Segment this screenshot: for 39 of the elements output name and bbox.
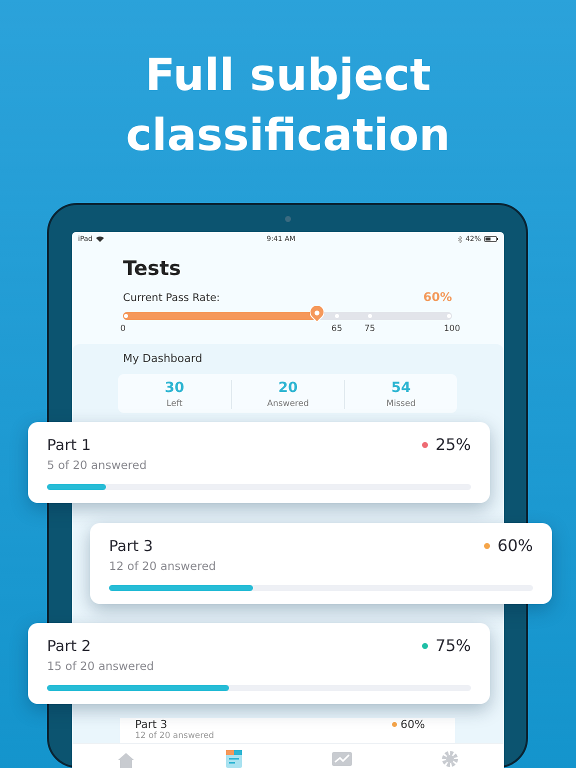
stat-label: Answered [267, 399, 309, 409]
slider-thumb[interactable] [310, 306, 324, 322]
pass-rate-value: 60% [423, 290, 452, 304]
part-percent: 75% [435, 636, 471, 655]
page-title: Tests [123, 256, 182, 280]
answered-count: 15 of 20 answered [47, 659, 155, 673]
tick-dot [124, 314, 128, 318]
headline: Full subject classification [124, 49, 452, 163]
home-icon [117, 752, 135, 768]
clipboard-icon [226, 750, 242, 768]
tick-label: 65 [331, 324, 342, 334]
part-name: Part 3 [109, 536, 153, 554]
stat-value: 20 [278, 380, 298, 396]
tick-label: 75 [364, 324, 376, 334]
settings-icon [441, 750, 459, 768]
wifi-icon [96, 236, 104, 242]
part-name: Part 2 [47, 636, 91, 654]
part-card[interactable]: Part 1 25% 5 of 20 answered [28, 422, 490, 503]
camera-icon [284, 216, 290, 222]
part-name: Part 1 [47, 436, 91, 454]
part-card[interactable]: Part 3 60% 12 of 20 answered [90, 523, 552, 604]
part-percent: 25% [435, 435, 471, 454]
tick-label: 100 [444, 324, 460, 334]
stat-value: 30 [164, 380, 184, 396]
stat-label: Missed [386, 399, 416, 409]
part-percent: 60% [497, 536, 533, 555]
part-percent: 60% [400, 718, 425, 731]
answered-count: 12 of 20 answered [109, 559, 217, 573]
part-name: Part 3 [135, 718, 168, 731]
answered-count: 12 of 20 answered [135, 731, 216, 741]
answered-count: 5 of 20 answered [47, 458, 148, 472]
stat-value: 54 [391, 380, 411, 396]
pass-rate-label: Current Pass Rate: [123, 292, 220, 304]
bluetooth-icon [458, 236, 462, 242]
part-card[interactable]: Part 2 75% 15 of 20 answered [28, 623, 490, 704]
tick-label: 0 [120, 324, 126, 334]
battery-icon [484, 236, 498, 242]
stat-label: Left [166, 399, 182, 409]
section-heading: My Dashboard [122, 352, 204, 365]
